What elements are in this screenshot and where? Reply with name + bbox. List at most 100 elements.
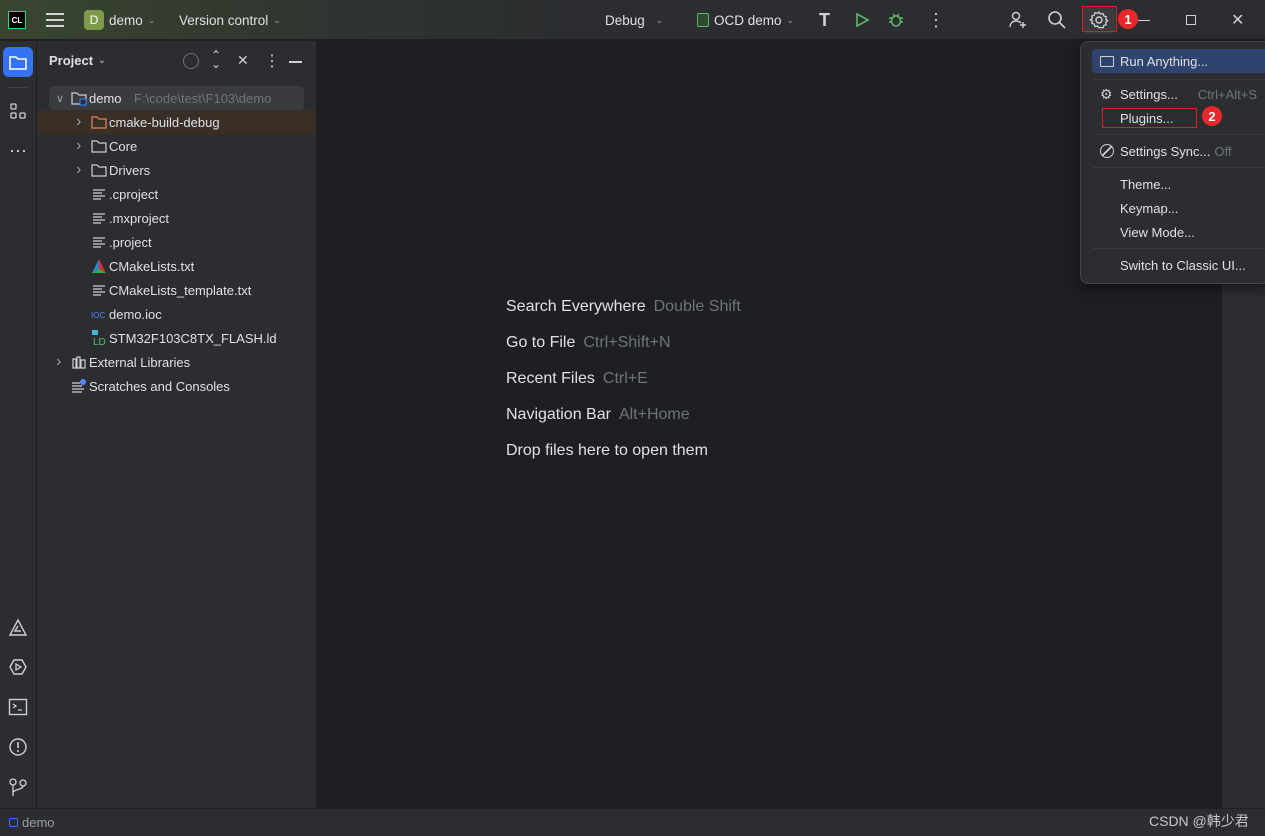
menu-item-run-anything[interactable]: Run Anything... xyxy=(1092,49,1265,73)
tree-item[interactable]: .project xyxy=(37,230,316,254)
more-vertical-icon[interactable]: ⋮ xyxy=(927,0,945,40)
tree-item[interactable]: › Drivers xyxy=(37,158,316,182)
chevron-right-icon[interactable]: › xyxy=(76,161,81,179)
tree-item[interactable]: CMakeLists.txt xyxy=(37,254,316,278)
tree-item[interactable]: › cmake-build-debug xyxy=(37,110,316,134)
divider xyxy=(9,87,27,88)
library-icon xyxy=(71,354,87,370)
tree-item[interactable]: .cproject xyxy=(37,182,316,206)
run-config-label: Debug xyxy=(605,12,645,28)
tree-item-label: Drivers xyxy=(109,162,151,178)
hint-search-everywhere: Search Everywhere Double Shift xyxy=(506,298,741,315)
project-panel-title[interactable]: Project ⌄ xyxy=(49,53,106,68)
tree-item-label: .cproject xyxy=(109,186,159,202)
search-icon[interactable] xyxy=(1047,0,1067,40)
tree-item-label: Scratches and Consoles xyxy=(89,378,230,394)
status-project-breadcrumb[interactable]: demo xyxy=(9,815,55,830)
tree-item-label: demo.ioc xyxy=(109,306,162,322)
chevron-right-icon[interactable]: › xyxy=(76,113,81,131)
project-panel: Project ⌄ ⌃ ⌄ ✕ ⋮ ∨ demo F:\code\test\F103\… xyxy=(37,41,317,808)
hint-navigation-bar: Navigation Bar Alt+Home xyxy=(506,406,690,423)
project-tool-button[interactable] xyxy=(3,47,33,77)
chevron-down-icon[interactable]: ∨ xyxy=(56,92,64,105)
tree-item[interactable]: .mxproject xyxy=(37,206,316,230)
main-menu-hamburger-icon[interactable] xyxy=(46,12,64,28)
chevron-down-icon: ⌄ xyxy=(273,14,281,25)
services-icon[interactable] xyxy=(6,655,30,679)
tree-item[interactable]: › Core xyxy=(37,134,316,158)
annotation-box-1 xyxy=(1082,6,1117,32)
collapse-all-icon[interactable]: ✕ xyxy=(237,52,249,69)
module-icon xyxy=(9,818,18,827)
tree-item[interactable]: CMakeLists_template.txt xyxy=(37,278,316,302)
terminal-icon[interactable] xyxy=(6,695,30,719)
maximize-button[interactable] xyxy=(1186,0,1196,40)
menu-item-theme[interactable]: Theme... xyxy=(1093,172,1265,196)
debug-bug-icon[interactable] xyxy=(887,0,905,40)
folder-icon xyxy=(91,138,107,154)
problems-icon[interactable] xyxy=(6,735,30,759)
annotation-box-2 xyxy=(1102,108,1197,128)
structure-icon[interactable] xyxy=(6,99,30,123)
panel-title-label: Project xyxy=(49,53,94,68)
chevron-right-icon[interactable]: › xyxy=(76,137,81,155)
git-icon[interactable] xyxy=(6,775,30,799)
locate-icon[interactable] xyxy=(183,53,199,69)
tree-item[interactable]: IOC demo.ioc xyxy=(37,302,316,326)
menu-separator xyxy=(1093,79,1265,80)
text-file-icon xyxy=(91,186,107,202)
svg-text:LD: LD xyxy=(93,337,106,346)
tree-item[interactable]: › External Libraries xyxy=(37,350,316,374)
tree-item-label: cmake-build-debug xyxy=(109,114,220,130)
tree-item-label: STM32F103C8TX_FLASH.ld xyxy=(109,330,277,346)
chevron-right-icon[interactable]: › xyxy=(56,353,61,371)
build-hammer-icon[interactable]: T xyxy=(819,0,830,40)
target-label: OCD demo xyxy=(714,12,782,28)
minimize-button[interactable] xyxy=(1138,0,1152,40)
menu-item-settings[interactable]: ⚙ Settings... Ctrl+Alt+S xyxy=(1093,82,1265,106)
status-bar: demo CSDN @韩少君 xyxy=(0,808,1265,836)
chevron-down-icon: ⌄ xyxy=(786,14,795,25)
menu-item-keymap[interactable]: Keymap... xyxy=(1093,196,1265,220)
close-button[interactable]: ✕ xyxy=(1231,0,1244,40)
app-logo: CL xyxy=(8,11,26,29)
version-control-menu[interactable]: Version control ⌄ xyxy=(179,0,281,40)
menu-item-settings-sync[interactable]: Settings Sync... Off xyxy=(1093,139,1265,163)
left-tool-strip: ⋯ xyxy=(0,41,37,808)
folder-icon xyxy=(91,162,107,178)
target-selector[interactable]: OCD demo ⌄ xyxy=(697,0,794,40)
tree-item-label: Core xyxy=(109,138,138,154)
menu-separator xyxy=(1093,134,1265,135)
project-selector[interactable]: D demo ⌄ xyxy=(84,0,155,40)
tree-item[interactable]: ∨ demo F:\code\test\F103\demo xyxy=(49,86,304,110)
tree-item[interactable]: LD STM32F103C8TX_FLASH.ld xyxy=(37,326,316,350)
tree-item-label: External Libraries xyxy=(89,354,191,370)
run-config-selector[interactable]: Debug ⌄ xyxy=(605,0,663,40)
annotation-badge-2: 2 xyxy=(1202,106,1222,126)
tree-item-label: CMakeLists.txt xyxy=(109,258,195,274)
project-avatar: D xyxy=(84,10,104,30)
chevron-down-icon: ⌄ xyxy=(98,55,106,65)
menu-separator xyxy=(1093,167,1265,168)
tree-item-label: demo xyxy=(89,90,122,106)
add-user-icon[interactable] xyxy=(1008,0,1028,40)
tree-item[interactable]: Scratches and Consoles xyxy=(37,374,316,398)
chevron-down-icon: ⌄ xyxy=(655,14,664,25)
cmake-tool-icon[interactable] xyxy=(6,616,30,640)
tree-item-label: .mxproject xyxy=(109,210,169,226)
hide-panel-icon[interactable] xyxy=(289,61,302,63)
svg-text:IOC: IOC xyxy=(91,311,105,320)
more-tools-icon[interactable]: ⋯ xyxy=(6,139,30,163)
gear-icon: ⚙ xyxy=(1100,85,1113,102)
settings-dropdown-menu: Run Anything... ⚙ Settings... Ctrl+Alt+S … xyxy=(1080,41,1265,284)
menu-item-switch-classic-ui[interactable]: Switch to Classic UI... xyxy=(1093,253,1265,277)
expand-all-icon[interactable]: ⌃ ⌄ xyxy=(211,49,221,70)
watermark: CSDN @韩少君 xyxy=(1149,813,1249,829)
folder-icon xyxy=(9,56,27,70)
text-file-icon xyxy=(91,282,107,298)
options-vertical-icon[interactable]: ⋮ xyxy=(264,51,280,71)
menu-item-view-mode[interactable]: View Mode... xyxy=(1093,220,1265,244)
run-icon[interactable] xyxy=(854,0,870,40)
hint-drop-files: Drop files here to open them xyxy=(506,442,708,459)
hint-recent-files: Recent Files Ctrl+E xyxy=(506,370,648,387)
